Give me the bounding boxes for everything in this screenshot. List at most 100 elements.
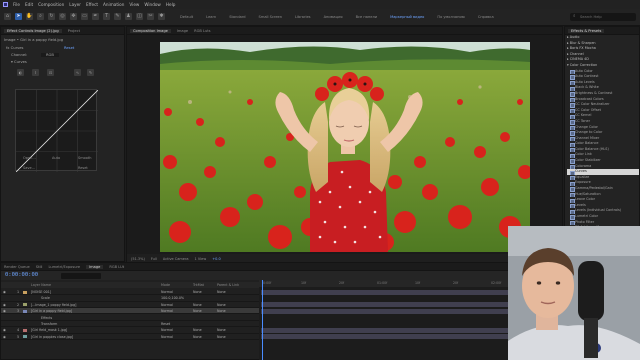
camera-tool-icon[interactable]: ◎	[59, 13, 66, 20]
tab-effects-presets[interactable]: Effects & Presets	[568, 28, 605, 33]
tab-rgb-luts[interactable]: RGB Luts	[194, 29, 210, 33]
layer-mode-select[interactable]: 100.0,100.0%	[161, 296, 184, 300]
layer-color-label[interactable]	[23, 309, 27, 313]
resolution-select[interactable]: Full	[151, 257, 157, 261]
layer-name[interactable]: Scale	[41, 296, 50, 300]
workspace-libraries[interactable]: Libraries	[295, 15, 311, 19]
menu-effect[interactable]: Effect	[86, 2, 98, 7]
magnification-select[interactable]: (51.3%)	[131, 257, 145, 261]
layer-row[interactable]: ◉ 2 [...Image_1 poppy field.jpg] Normal None…	[1, 302, 259, 308]
curves-group-label[interactable]: ▾ Curves	[11, 60, 27, 64]
layer-trkmat-select[interactable]: None	[193, 335, 202, 339]
auto-button[interactable]: Auto	[52, 156, 60, 160]
layer-parent-select[interactable]: None	[217, 328, 226, 332]
rectangle-tool-icon[interactable]: ▭	[81, 13, 88, 20]
open-button[interactable]: Open...	[23, 156, 36, 160]
workspace-small-screen[interactable]: Small Screen	[259, 15, 282, 19]
layer-row[interactable]: Effects	[1, 315, 259, 321]
layer-name[interactable]: [...Image_1 poppy field.jpg]	[31, 303, 76, 307]
curve-pen-icon[interactable]: ∿	[74, 69, 81, 76]
save-button[interactable]: Save...	[23, 166, 35, 170]
pencil-icon[interactable]: ✎	[87, 69, 94, 76]
layer-trkmat-select[interactable]: None	[193, 303, 202, 307]
menu-animation[interactable]: Animation	[103, 2, 124, 7]
tab-effect-controls[interactable]: Effect Controls Image (2).jpg	[4, 28, 62, 33]
zoom-tool-icon[interactable]: ⌕	[37, 13, 44, 20]
channel-select[interactable]: RGB	[41, 53, 59, 57]
layer-search-input[interactable]	[61, 273, 101, 279]
layer-parent-select[interactable]: None	[217, 309, 226, 313]
roto-tool-icon[interactable]: ✂	[147, 13, 154, 20]
stamp-tool-icon[interactable]: ♟	[125, 13, 132, 20]
layer-parent-select[interactable]: None	[217, 303, 226, 307]
layer-parent-select[interactable]: None	[217, 290, 226, 294]
rgb-channel-icon[interactable]: ◐	[17, 69, 24, 76]
camera-select[interactable]: Active Camera	[163, 257, 189, 261]
col-parent[interactable]: Parent & Link	[217, 283, 239, 287]
type-tool-icon[interactable]: T	[103, 13, 110, 20]
layer-row[interactable]: Scale 100.0,100.0%	[1, 295, 259, 302]
layer-name[interactable]: [Girl in a poppy field.jpg]	[31, 309, 72, 313]
layer-row[interactable]: ◉ 4 [Girl field_mask 1.jpg] Normal None None	[1, 327, 259, 334]
tab-still[interactable]: Still	[36, 265, 43, 269]
tab-image-timeline[interactable]: Image	[86, 264, 104, 269]
col-trkmat[interactable]: TrkMat	[193, 283, 204, 287]
menu-layer[interactable]: Layer	[69, 2, 81, 7]
layer-mode-select[interactable]: Normal	[161, 335, 173, 339]
fx-curves-row[interactable]: fx Curves Reset	[6, 46, 74, 50]
layer-color-label[interactable]	[23, 335, 27, 339]
fx-reset-link[interactable]: Reset	[64, 46, 74, 50]
col-layer-name[interactable]: Layer Name	[31, 283, 51, 287]
brush-tool-icon[interactable]: ✎	[114, 13, 121, 20]
workspace-standard[interactable]: Standard	[229, 15, 245, 19]
pen-tool-icon[interactable]: ✒	[92, 13, 99, 20]
playhead[interactable]	[262, 280, 263, 360]
layer-mode-select[interactable]: Reset	[161, 322, 170, 326]
bezier-icon[interactable]: ⌇	[32, 69, 39, 76]
reset-curve-icon[interactable]: ⊡	[47, 69, 54, 76]
channel-row[interactable]: Channel: RGB	[11, 53, 59, 57]
eraser-tool-icon[interactable]: ◫	[136, 13, 143, 20]
layer-mode-select[interactable]: Normal	[161, 328, 173, 332]
composition-preview-image[interactable]	[160, 42, 530, 252]
workspace-animation[interactable]: Анимация	[324, 15, 343, 19]
workspace-by-default[interactable]: По умолчанию	[437, 15, 464, 19]
layer-trkmat-select[interactable]: None	[193, 290, 202, 294]
smooth-button[interactable]: Smooth	[78, 156, 92, 160]
visibility-eye-icon[interactable]: ◉	[3, 328, 6, 332]
workspace-learn[interactable]: Learn	[206, 15, 216, 19]
layer-name[interactable]: [Girl in poppies close.jpg]	[31, 335, 73, 339]
menu-view[interactable]: View	[129, 2, 139, 7]
selection-tool-icon[interactable]: ➤	[15, 13, 22, 20]
visibility-eye-icon[interactable]: ◉	[3, 303, 6, 307]
col-mode[interactable]: Mode	[161, 283, 170, 287]
visibility-eye-icon[interactable]: ◉	[3, 309, 6, 313]
tab-project[interactable]: Project	[68, 29, 80, 33]
tab-lumetri[interactable]: Lumetri/Exposure	[48, 265, 80, 269]
puppet-tool-icon[interactable]: ✱	[158, 13, 165, 20]
menu-window[interactable]: Window	[144, 2, 161, 7]
workspace-all-panels[interactable]: Все панели	[356, 15, 378, 19]
workspace-marker-video[interactable]: Маркерный видео	[390, 15, 424, 19]
layer-name[interactable]: [NOISE 001]	[31, 290, 51, 294]
view-layout-select[interactable]: 1 View	[195, 257, 207, 261]
layer-name[interactable]: Transform	[41, 322, 57, 326]
layer-color-label[interactable]	[23, 328, 27, 332]
workspace-default[interactable]: Default	[180, 15, 193, 19]
layer-row[interactable]: ◉ 5 [Girl in poppies close.jpg] Normal None N…	[1, 334, 259, 340]
layer-name[interactable]: [Girl field_mask 1.jpg]	[31, 328, 67, 332]
help-search-input[interactable]: ⌕ Search Help	[570, 13, 636, 21]
layer-color-label[interactable]	[23, 290, 27, 294]
menu-file[interactable]: File	[13, 2, 20, 7]
layer-mode-select[interactable]: Normal	[161, 303, 173, 307]
layer-row[interactable]: ◉ 1 [NOISE 001] Normal None None	[1, 289, 259, 296]
exposure-value[interactable]: +0.0	[212, 257, 221, 261]
layer-mode-select[interactable]: Normal	[161, 309, 173, 313]
layer-row[interactable]: Transform Reset	[1, 321, 259, 328]
layer-parent-select[interactable]: None	[217, 335, 226, 339]
tab-image[interactable]: Image	[177, 29, 188, 33]
layer-mode-select[interactable]: Normal	[161, 290, 173, 294]
anchor-tool-icon[interactable]: ✥	[70, 13, 77, 20]
hand-tool-icon[interactable]: ✋	[26, 13, 33, 20]
reset-button[interactable]: Reset	[78, 166, 88, 170]
